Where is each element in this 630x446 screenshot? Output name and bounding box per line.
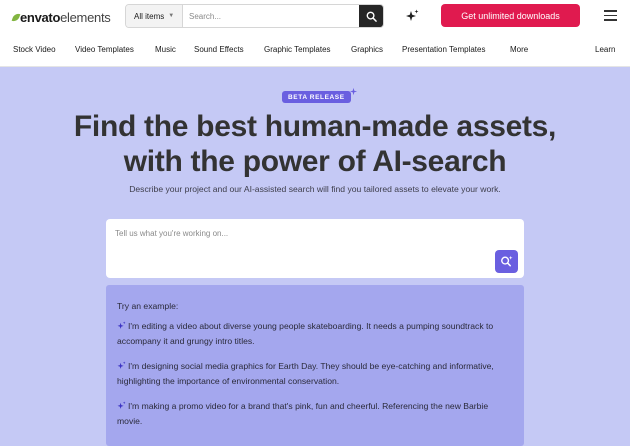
nav-item-more[interactable]: More xyxy=(510,45,528,54)
hamburger-menu-icon[interactable] xyxy=(604,10,617,21)
category-select[interactable]: All items ▼ xyxy=(126,5,183,27)
sparkle-icon xyxy=(117,321,126,329)
nav-item-learn[interactable]: Learn xyxy=(595,45,615,54)
headline-line-1: Find the best human-made assets, xyxy=(73,110,557,143)
nav-item-stock-video[interactable]: Stock Video xyxy=(13,45,56,54)
example-prompt-text: I'm making a promo video for a brand tha… xyxy=(117,401,489,426)
top-header: envatoelements All items ▼ Get unlimited… xyxy=(0,0,630,32)
search-icon xyxy=(366,11,377,22)
examples-title: Try an example: xyxy=(117,301,179,311)
ai-prompt-box xyxy=(106,219,524,278)
category-nav: Stock Video Video Templates Music Sound … xyxy=(0,32,630,67)
example-prompt-text: I'm editing a video about diverse young … xyxy=(117,321,494,346)
ai-search-icon xyxy=(501,255,513,267)
sparkle-icon xyxy=(117,361,126,369)
example-prompts-panel: Try an example: I'm editing a video abou… xyxy=(106,285,524,446)
example-prompt-1[interactable]: I'm editing a video about diverse young … xyxy=(117,319,512,349)
page-headline: Find the best human-made assets, with th… xyxy=(0,109,630,179)
ai-search-submit-button[interactable] xyxy=(495,250,518,273)
category-select-value: All items xyxy=(134,11,165,21)
get-unlimited-downloads-button[interactable]: Get unlimited downloads xyxy=(441,4,580,27)
nav-item-video-templates[interactable]: Video Templates xyxy=(75,45,134,54)
search-bar: All items ▼ xyxy=(125,4,384,28)
search-input[interactable] xyxy=(183,5,359,27)
example-prompt-2[interactable]: I'm designing social media graphics for … xyxy=(117,359,512,389)
nav-item-graphics[interactable]: Graphics xyxy=(351,45,383,54)
search-button[interactable] xyxy=(359,5,383,27)
logo-brand-text: envato xyxy=(20,10,61,25)
headline-line-2: with the power of AI-search xyxy=(123,145,507,178)
nav-item-presentation-templates[interactable]: Presentation Templates xyxy=(402,45,485,54)
chevron-down-icon: ▼ xyxy=(168,13,175,19)
envato-elements-logo[interactable]: envato elements xyxy=(11,10,111,25)
ai-search-hero: BETA RELEASE Find the best human-made as… xyxy=(0,67,630,446)
beta-release-badge: BETA RELEASE xyxy=(282,91,351,103)
ai-prompt-input[interactable] xyxy=(115,229,485,238)
sparkle-icon xyxy=(117,401,126,409)
sparkle-icon xyxy=(349,87,358,96)
example-prompt-text: I'm designing social media graphics for … xyxy=(117,361,494,386)
nav-item-graphic-templates[interactable]: Graphic Templates xyxy=(264,45,331,54)
example-prompt-3[interactable]: I'm making a promo video for a brand tha… xyxy=(117,399,512,429)
logo-product-text: elements xyxy=(60,10,111,25)
hero-description: Describe your project and our AI-assiste… xyxy=(129,184,501,194)
nav-item-sound-effects[interactable]: Sound Effects xyxy=(194,45,244,54)
nav-item-music[interactable]: Music xyxy=(155,45,176,54)
ai-sparkle-icon[interactable] xyxy=(405,9,419,23)
